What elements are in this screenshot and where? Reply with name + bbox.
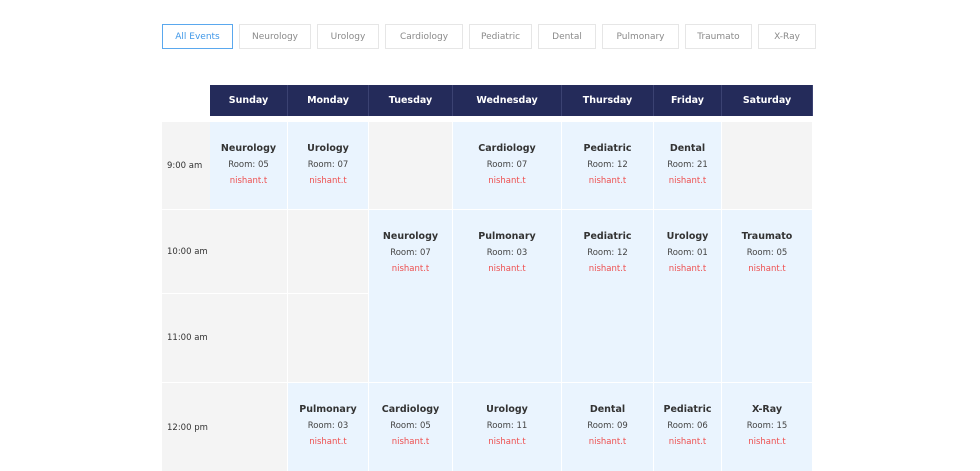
- event-cell[interactable]: Dental Room: 21 nishant.t: [654, 122, 722, 210]
- event-title: Pediatric: [583, 231, 632, 242]
- timetable-grid: Sunday Monday Tuesday Wednesday Thursday…: [162, 85, 813, 471]
- event-organizer-link[interactable]: nishant.t: [589, 435, 627, 449]
- empty-cell: [288, 210, 369, 294]
- event-cell[interactable]: Urology Room: 07 nishant.t: [288, 122, 369, 210]
- event-cell[interactable]: X-Ray Room: 15 nishant.t: [722, 383, 813, 471]
- filter-traumato[interactable]: Traumato: [685, 24, 752, 49]
- event-organizer-link[interactable]: nishant.t: [669, 174, 707, 188]
- event-room: Room: 03: [307, 421, 349, 431]
- event-organizer-link[interactable]: nishant.t: [392, 435, 430, 449]
- event-room: Room: 21: [667, 160, 708, 170]
- time-label-9am: 9:00 am: [162, 122, 210, 210]
- event-title: Pulmonary: [478, 231, 536, 242]
- event-organizer-link[interactable]: nishant.t: [488, 435, 526, 449]
- event-cell[interactable]: Neurology Room: 05 nishant.t: [210, 122, 288, 210]
- event-title: Urology: [307, 143, 349, 154]
- category-filter-bar: All Events Neurology Urology Cardiology …: [162, 24, 816, 49]
- event-room: Room: 07: [390, 248, 431, 258]
- empty-cell: [210, 383, 288, 471]
- filter-pediatric[interactable]: Pediatric: [469, 24, 532, 49]
- event-cell[interactable]: Pediatric Room: 06 nishant.t: [654, 383, 722, 471]
- event-organizer-link[interactable]: nishant.t: [488, 174, 526, 188]
- event-organizer-link[interactable]: nishant.t: [309, 174, 347, 188]
- event-room: Room: 12: [587, 248, 628, 258]
- event-cell[interactable]: Pediatric Room: 12 nishant.t: [562, 210, 654, 383]
- event-title: Pulmonary: [299, 404, 357, 415]
- time-label-12pm: 12:00 pm: [162, 383, 210, 471]
- event-title: Cardiology: [381, 404, 440, 415]
- event-cell[interactable]: Neurology Room: 07 nishant.t: [369, 210, 453, 383]
- event-cell[interactable]: Pulmonary Room: 03 nishant.t: [288, 383, 369, 471]
- empty-cell: [288, 294, 369, 383]
- event-title: X-Ray: [751, 404, 783, 415]
- event-title: Pediatric: [663, 404, 712, 415]
- event-title: Urology: [486, 404, 528, 415]
- empty-cell: [210, 210, 288, 294]
- event-cell[interactable]: Pulmonary Room: 03 nishant.t: [453, 210, 562, 383]
- event-room: Room: 15: [746, 421, 788, 431]
- event-room: Room: 07: [486, 160, 528, 170]
- event-organizer-link[interactable]: nishant.t: [309, 435, 347, 449]
- event-room: Room: 11: [486, 421, 528, 431]
- filter-dental[interactable]: Dental: [538, 24, 596, 49]
- event-title: Cardiology: [478, 143, 536, 154]
- time-label-10am: 10:00 am: [162, 210, 210, 294]
- event-title: Pediatric: [583, 143, 632, 154]
- event-title: Traumato: [741, 231, 793, 242]
- day-header-saturday: Saturday: [722, 85, 813, 116]
- event-title: Neurology: [220, 143, 277, 154]
- event-title: Dental: [589, 404, 626, 415]
- event-room: Room: 05: [746, 248, 788, 258]
- event-organizer-link[interactable]: nishant.t: [230, 174, 268, 188]
- event-organizer-link[interactable]: nishant.t: [589, 174, 627, 188]
- event-room: Room: 12: [587, 160, 628, 170]
- header-corner: [162, 85, 210, 116]
- day-header-friday: Friday: [654, 85, 722, 116]
- event-room: Room: 03: [486, 248, 528, 258]
- filter-cardiology[interactable]: Cardiology: [385, 24, 463, 49]
- event-room: Room: 09: [587, 421, 628, 431]
- empty-cell: [369, 122, 453, 210]
- event-title: Neurology: [382, 231, 439, 242]
- day-header-sunday: Sunday: [210, 85, 288, 116]
- event-room: Room: 01: [667, 248, 708, 258]
- filter-pulmonary[interactable]: Pulmonary: [602, 24, 679, 49]
- event-cell[interactable]: Cardiology Room: 05 nishant.t: [369, 383, 453, 471]
- day-header-wednesday: Wednesday: [453, 85, 562, 116]
- empty-cell: [722, 122, 813, 210]
- event-title: Dental: [669, 143, 706, 154]
- event-cell[interactable]: Cardiology Room: 07 nishant.t: [453, 122, 562, 210]
- event-cell[interactable]: Traumato Room: 05 nishant.t: [722, 210, 813, 383]
- event-room: Room: 06: [667, 421, 708, 431]
- event-room: Room: 05: [228, 160, 269, 170]
- event-organizer-link[interactable]: nishant.t: [669, 262, 707, 276]
- filter-neurology[interactable]: Neurology: [239, 24, 311, 49]
- empty-cell: [210, 294, 288, 383]
- event-cell[interactable]: Urology Room: 11 nishant.t: [453, 383, 562, 471]
- event-organizer-link[interactable]: nishant.t: [589, 262, 627, 276]
- day-header-tuesday: Tuesday: [369, 85, 453, 116]
- time-label-11am: 11:00 am: [162, 294, 210, 383]
- event-cell[interactable]: Dental Room: 09 nishant.t: [562, 383, 654, 471]
- event-organizer-link[interactable]: nishant.t: [488, 262, 526, 276]
- event-cell[interactable]: Urology Room: 01 nishant.t: [654, 210, 722, 383]
- filter-urology[interactable]: Urology: [317, 24, 379, 49]
- event-title: Urology: [666, 231, 709, 242]
- event-cell[interactable]: Pediatric Room: 12 nishant.t: [562, 122, 654, 210]
- event-organizer-link[interactable]: nishant.t: [748, 435, 786, 449]
- event-organizer-link[interactable]: nishant.t: [748, 262, 786, 276]
- event-room: Room: 05: [390, 421, 431, 431]
- day-header-monday: Monday: [288, 85, 369, 116]
- event-organizer-link[interactable]: nishant.t: [392, 262, 430, 276]
- filter-x-ray[interactable]: X-Ray: [758, 24, 816, 49]
- day-header-thursday: Thursday: [562, 85, 654, 116]
- filter-all-events[interactable]: All Events: [162, 24, 233, 49]
- event-organizer-link[interactable]: nishant.t: [669, 435, 707, 449]
- event-room: Room: 07: [307, 160, 349, 170]
